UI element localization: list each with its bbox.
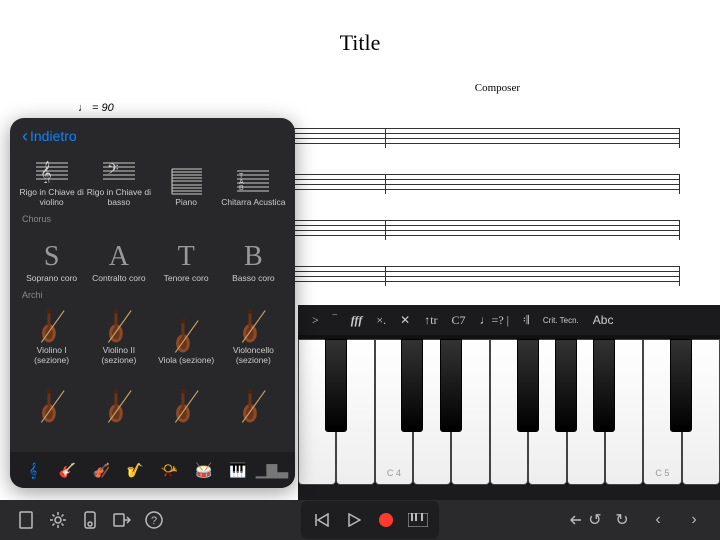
document-button[interactable] <box>10 504 42 536</box>
violin-icon <box>101 386 137 424</box>
keyboard-toggle-button[interactable] <box>405 504 431 536</box>
instrument-tenor[interactable]: TTenore coro <box>153 226 220 284</box>
black-key[interactable] <box>517 339 539 432</box>
redo-button[interactable]: ↻ <box>606 504 638 536</box>
piano-keyboard[interactable]: C 4 C 5 <box>298 335 720 485</box>
violin-icon <box>235 386 271 424</box>
popover-category-tabs: 𝄞 🎸 🎻 🎷 📯 🥁 🎹 ▁▇▃ <box>10 452 295 488</box>
instrument-string[interactable] <box>153 362 220 426</box>
play-button[interactable] <box>341 504 367 536</box>
instrument-piano[interactable]: Piano <box>153 150 220 208</box>
instrument-guitar-tab[interactable]: TAB Chitarra Acustica <box>220 150 287 208</box>
undo-button[interactable]: ↺ <box>570 504 602 536</box>
record-button[interactable] <box>373 504 399 536</box>
category-woodwind[interactable]: 🎷 <box>124 459 146 481</box>
export-button[interactable] <box>106 504 138 536</box>
key-label-c5: C 5 <box>644 468 680 478</box>
category-brass[interactable]: 📯 <box>159 459 181 481</box>
tempo-marking: ♩ = 90 <box>78 102 114 114</box>
settings-button[interactable] <box>42 504 74 536</box>
dynamics-button[interactable]: fff <box>351 313 363 328</box>
record-icon <box>379 513 393 527</box>
instrument-treble-staff[interactable]: 𝄞 Rigo in Chiave di violino <box>18 150 85 208</box>
back-label: Indietro <box>30 128 77 144</box>
prev-button[interactable]: ‹ <box>642 504 674 536</box>
tempo-button[interactable]: ♩=? | <box>480 313 510 328</box>
back-button[interactable]: ‹ Indietro <box>22 128 77 144</box>
section-strings: Archi <box>10 284 295 302</box>
violin-icon <box>235 306 271 344</box>
keyboard-panel: > ‾ fff ×. ✕ ↑tr C7 ♩=? | 𝄇 Crit. Tecn. … <box>298 305 720 500</box>
svg-text:𝄢: 𝄢 <box>107 161 119 181</box>
notehead-button[interactable]: ✕ <box>400 313 410 328</box>
instrument-popover: ‹ Indietro 𝄞 Rigo in Chiave di violino 𝄢… <box>10 118 295 488</box>
category-percussion[interactable]: 🥁 <box>193 459 215 481</box>
violin-icon <box>168 316 204 354</box>
black-key[interactable] <box>401 339 423 432</box>
help-button[interactable]: ? <box>138 504 170 536</box>
black-key[interactable] <box>440 339 462 432</box>
bass-clef-icon: 𝄢 <box>101 156 137 186</box>
tab-icon: TAB <box>235 166 271 196</box>
instrument-violin-1[interactable]: Violino I (sezione) <box>18 302 85 366</box>
instrument-soprano[interactable]: SSoprano coro <box>18 226 85 284</box>
rewind-button[interactable] <box>309 504 335 536</box>
instrument-string[interactable] <box>18 362 85 426</box>
instrument-string[interactable] <box>85 362 152 426</box>
barline-button[interactable]: 𝄇 <box>523 313 529 328</box>
violin-icon <box>101 306 137 344</box>
instrument-cello[interactable]: Violoncello (sezione) <box>220 302 287 366</box>
category-keyboard[interactable]: 🎹 <box>227 459 249 481</box>
violin-icon <box>34 386 70 424</box>
chord-button[interactable]: C7 <box>452 313 466 328</box>
instrument-violin-2[interactable]: Violino II (sezione) <box>85 302 152 366</box>
category-guitar[interactable]: 🎸 <box>56 459 78 481</box>
black-key[interactable] <box>555 339 577 432</box>
category-strings[interactable]: 🎻 <box>90 459 112 481</box>
violin-icon <box>168 386 204 424</box>
svg-text:?: ? <box>151 515 157 527</box>
piano-staff-icon <box>168 166 204 196</box>
articulation-button[interactable]: ×. <box>376 313 386 328</box>
instrument-viola[interactable]: Viola (sezione) <box>153 302 220 366</box>
audio-button[interactable] <box>74 504 106 536</box>
next-button[interactable]: › <box>678 504 710 536</box>
svg-text:𝄞: 𝄞 <box>40 162 52 183</box>
transport-controls <box>301 501 439 539</box>
section-chorus: Chorus <box>10 208 295 226</box>
symbol-toolbar: > ‾ fff ×. ✕ ↑tr C7 ♩=? | 𝄇 Crit. Tecn. … <box>298 305 720 335</box>
category-synth[interactable]: ▁▇▃ <box>261 459 283 481</box>
black-key[interactable] <box>325 339 347 432</box>
instrument-string[interactable] <box>220 362 287 426</box>
instrument-bass-voice[interactable]: BBasso coro <box>220 226 287 284</box>
marcato-button[interactable]: ‾ <box>333 313 337 328</box>
violin-icon <box>34 306 70 344</box>
black-key[interactable] <box>593 339 615 432</box>
bottom-toolbar: ? ↺ ↻ ‹ › <box>0 500 720 540</box>
svg-text:B: B <box>239 185 244 192</box>
treble-clef-icon: 𝄞 <box>34 156 70 186</box>
instrument-bass-staff[interactable]: 𝄢 Rigo in Chiave di basso <box>85 150 152 208</box>
technique-button[interactable]: Crit. Tecn. <box>543 316 579 325</box>
key-label-c4: C 4 <box>376 468 412 478</box>
score-title: Title <box>0 30 720 56</box>
black-key[interactable] <box>670 339 692 432</box>
text-button[interactable]: Abc <box>593 313 614 327</box>
ornament-button[interactable]: ↑tr <box>424 313 437 328</box>
accent-button[interactable]: > <box>312 313 319 328</box>
category-clefs[interactable]: 𝄞 <box>22 459 44 481</box>
composer-label: Composer <box>475 82 520 94</box>
instrument-alto[interactable]: AContralto coro <box>85 226 152 284</box>
